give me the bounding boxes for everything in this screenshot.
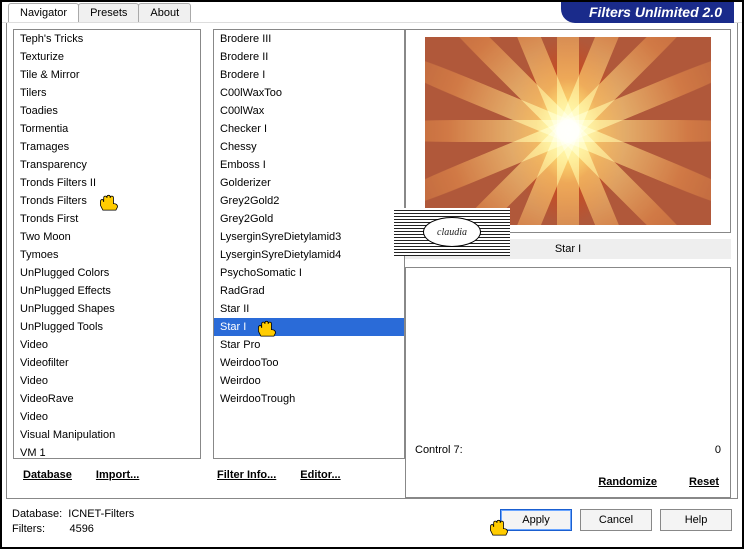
- list-item[interactable]: Star I: [214, 318, 404, 336]
- app-title: Filters Unlimited 2.0: [561, 2, 734, 23]
- list-item[interactable]: Golderizer: [214, 174, 404, 192]
- list-item[interactable]: RadGrad: [214, 282, 404, 300]
- list-item[interactable]: Tronds First: [14, 210, 200, 228]
- list-item[interactable]: Two Moon: [14, 228, 200, 246]
- control-value: 0: [715, 444, 721, 456]
- list-item[interactable]: Tilers: [14, 84, 200, 102]
- tab-presets[interactable]: Presets: [78, 3, 139, 22]
- tab-about[interactable]: About: [138, 3, 191, 22]
- list-item[interactable]: Emboss I: [214, 156, 404, 174]
- list-item[interactable]: Grey2Gold: [214, 210, 404, 228]
- list-item[interactable]: Brodere I: [214, 66, 404, 84]
- filter-info-button[interactable]: Filter Info...: [211, 465, 282, 485]
- filters-label: Filters:: [12, 523, 45, 535]
- footer-info: Database: ICNET-Filters Filters: 4596: [12, 507, 134, 537]
- cancel-button[interactable]: Cancel: [580, 509, 652, 531]
- preview-image: [425, 37, 711, 225]
- main-content: Teph's TricksTexturizeTile & MirrorTiler…: [6, 23, 738, 499]
- apply-button[interactable]: Apply: [500, 509, 572, 531]
- editor-button[interactable]: Editor...: [294, 465, 346, 485]
- control-label: Control 7:: [415, 444, 463, 456]
- list-item[interactable]: Visual Manipulation: [14, 426, 200, 444]
- title-bar: Navigator Presets About Filters Unlimite…: [2, 2, 742, 23]
- filters-value: 4596: [69, 523, 93, 535]
- list-item[interactable]: Tronds Filters II: [14, 174, 200, 192]
- tabs: Navigator Presets About: [8, 3, 190, 22]
- list-item[interactable]: Brodere III: [214, 30, 404, 48]
- filter-list[interactable]: Brodere IIIBrodere IIBrodere IC00lWaxToo…: [213, 29, 405, 459]
- list-item[interactable]: C00lWaxToo: [214, 84, 404, 102]
- db-value: ICNET-Filters: [68, 508, 134, 520]
- list-item[interactable]: Grey2Gold2: [214, 192, 404, 210]
- list-item[interactable]: VideoRave: [14, 390, 200, 408]
- list-item[interactable]: C00lWax: [214, 102, 404, 120]
- list-item[interactable]: UnPlugged Tools: [14, 318, 200, 336]
- db-label: Database:: [12, 508, 62, 520]
- list-item[interactable]: Video: [14, 336, 200, 354]
- list-item[interactable]: Tramages: [14, 138, 200, 156]
- list-item[interactable]: LyserginSyreDietylamid3: [214, 228, 404, 246]
- list-item[interactable]: Checker I: [214, 120, 404, 138]
- list-item[interactable]: Transparency: [14, 156, 200, 174]
- list-item[interactable]: Teph's Tricks: [14, 30, 200, 48]
- list-item[interactable]: Chessy: [214, 138, 404, 156]
- list-item[interactable]: LyserginSyreDietylamid4: [214, 246, 404, 264]
- list-item[interactable]: Weirdoo: [214, 372, 404, 390]
- import-button[interactable]: Import...: [90, 465, 145, 485]
- list-item[interactable]: Tile & Mirror: [14, 66, 200, 84]
- reset-button[interactable]: Reset: [683, 472, 725, 492]
- list-item[interactable]: Tronds Filters: [14, 192, 200, 210]
- watermark: claudia: [394, 208, 510, 256]
- list-item[interactable]: Texturize: [14, 48, 200, 66]
- category-list[interactable]: Teph's TricksTexturizeTile & MirrorTiler…: [13, 29, 201, 459]
- list-item[interactable]: VM 1: [14, 444, 200, 459]
- list-item[interactable]: Toadies: [14, 102, 200, 120]
- list-item[interactable]: WeirdooTrough: [214, 390, 404, 408]
- list-item[interactable]: Tymoes: [14, 246, 200, 264]
- footer: Database: ICNET-Filters Filters: 4596 Ap…: [8, 501, 736, 543]
- list-item[interactable]: UnPlugged Colors: [14, 264, 200, 282]
- list-item[interactable]: Star II: [214, 300, 404, 318]
- list-item[interactable]: Video: [14, 372, 200, 390]
- database-button[interactable]: Database: [17, 465, 78, 485]
- list-item[interactable]: Brodere II: [214, 48, 404, 66]
- preview-frame: [405, 29, 731, 233]
- tab-navigator[interactable]: Navigator: [8, 3, 79, 22]
- list-item[interactable]: Star Pro: [214, 336, 404, 354]
- list-item[interactable]: WeirdooToo: [214, 354, 404, 372]
- list-item[interactable]: UnPlugged Effects: [14, 282, 200, 300]
- controls-area: [405, 267, 731, 498]
- right-pane: Star I Control 7: 0 Randomize Reset: [405, 29, 731, 498]
- list-item[interactable]: Videofilter: [14, 354, 200, 372]
- list-item[interactable]: Video: [14, 408, 200, 426]
- list-item[interactable]: PsychoSomatic I: [214, 264, 404, 282]
- help-button[interactable]: Help: [660, 509, 732, 531]
- control-row: Control 7: 0: [411, 442, 725, 458]
- list-item[interactable]: Tormentia: [14, 120, 200, 138]
- list-item[interactable]: UnPlugged Shapes: [14, 300, 200, 318]
- randomize-button[interactable]: Randomize: [592, 472, 663, 492]
